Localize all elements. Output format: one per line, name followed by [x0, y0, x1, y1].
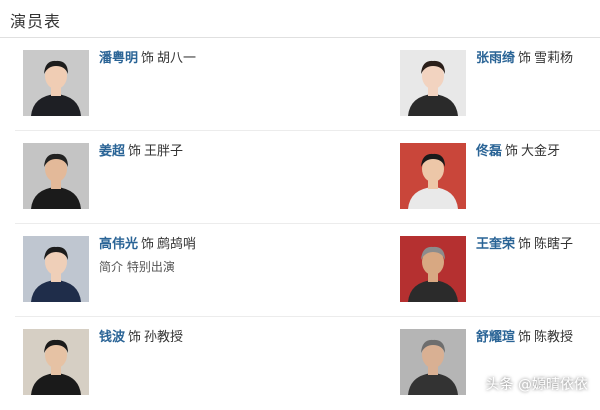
role-name: 孙教授	[144, 330, 184, 345]
cast-note: 简介 特别出演	[99, 260, 175, 274]
actor-name-link[interactable]: 高伟光	[99, 237, 138, 252]
role-name: 王胖子	[144, 144, 184, 159]
as-label: 饰	[141, 237, 155, 252]
portrait-silhouette	[23, 236, 89, 302]
cast-card: 张雨绮饰雪莉杨	[392, 38, 600, 131]
actor-name-link[interactable]: 钱波	[99, 330, 125, 345]
cast-card: 舒耀瑄饰陈教授	[392, 317, 600, 410]
cast-row: 潘粤明饰胡八一 张雨绮饰雪莉杨	[15, 38, 600, 131]
cast-row: 姜超饰王胖子 佟磊饰大金牙	[15, 131, 600, 224]
cast-card: 姜超饰王胖子	[15, 131, 275, 224]
as-label: 饰	[518, 51, 532, 66]
portrait-silhouette	[400, 329, 466, 395]
cast-grid: 潘粤明饰胡八一 张雨绮饰雪莉杨 姜超饰王胖子 佟磊 饰 大金牙 高伟光 饰 鹧鸪…	[0, 38, 600, 400]
cast-row: 高伟光饰鹧鸪哨 简介 特别出演 王奎荣饰陈瞎子	[15, 224, 600, 317]
cast-info: 张雨绮饰雪莉杨	[476, 50, 600, 68]
as-label: 饰	[518, 237, 532, 252]
as-label: 饰	[128, 330, 142, 345]
portrait-silhouette	[400, 50, 466, 116]
role-name: 鹧鸪哨	[157, 237, 197, 252]
section-title: 演员表	[10, 12, 62, 31]
as-label: 饰	[505, 144, 519, 159]
cast-info: 佟磊饰大金牙	[476, 143, 600, 161]
portrait-silhouette	[400, 236, 466, 302]
watermark: 头条 @嫄晴依依	[485, 377, 588, 393]
actor-photo[interactable]	[400, 50, 466, 116]
cast-info: 王奎荣饰陈瞎子	[476, 236, 600, 254]
role-name: 胡八一	[157, 51, 197, 66]
cast-card: 高伟光饰鹧鸪哨 简介 特别出演	[15, 224, 275, 317]
role-name: 雪莉杨	[534, 51, 574, 66]
role-name: 大金牙	[521, 144, 561, 159]
actor-photo[interactable]	[400, 329, 466, 395]
actor-photo[interactable]	[400, 143, 466, 209]
actor-name-link[interactable]: 王奎荣	[476, 237, 515, 252]
actor-photo[interactable]	[23, 329, 89, 395]
actor-name-link[interactable]: 潘粤明	[99, 51, 138, 66]
cast-card: 潘粤明饰胡八一	[15, 38, 275, 131]
actor-photo[interactable]	[400, 236, 466, 302]
actor-name-link[interactable]: 佟磊	[476, 144, 502, 159]
cast-row: 钱波饰孙教授 舒耀瑄饰陈教授	[15, 317, 600, 410]
actor-name-link[interactable]: 张雨绮	[476, 51, 515, 66]
portrait-silhouette	[400, 143, 466, 209]
as-label: 饰	[128, 144, 142, 159]
cast-card: 钱波饰孙教授	[15, 317, 275, 410]
as-label: 饰	[518, 330, 532, 345]
actor-name-link[interactable]: 舒耀瑄	[476, 330, 515, 345]
actor-photo[interactable]	[23, 236, 89, 302]
cast-card: 佟磊饰大金牙	[392, 131, 600, 224]
portrait-silhouette	[23, 50, 89, 116]
actor-name-link[interactable]: 姜超	[99, 144, 125, 159]
role-name: 陈教授	[534, 330, 574, 345]
portrait-silhouette	[23, 329, 89, 395]
actor-photo[interactable]	[23, 143, 89, 209]
cast-info: 潘粤明饰胡八一	[99, 50, 279, 68]
actor-photo[interactable]	[23, 50, 89, 116]
as-label: 饰	[141, 51, 155, 66]
cast-section-header: 演员表	[0, 0, 600, 38]
cast-info: 钱波饰孙教授	[99, 329, 279, 347]
cast-info: 姜超饰王胖子	[99, 143, 279, 161]
portrait-silhouette	[23, 143, 89, 209]
role-name: 陈瞎子	[534, 237, 574, 252]
cast-info: 高伟光饰鹧鸪哨 简介 特别出演	[99, 236, 279, 275]
cast-card: 王奎荣饰陈瞎子	[392, 224, 600, 317]
cast-info: 舒耀瑄饰陈教授	[476, 329, 600, 347]
